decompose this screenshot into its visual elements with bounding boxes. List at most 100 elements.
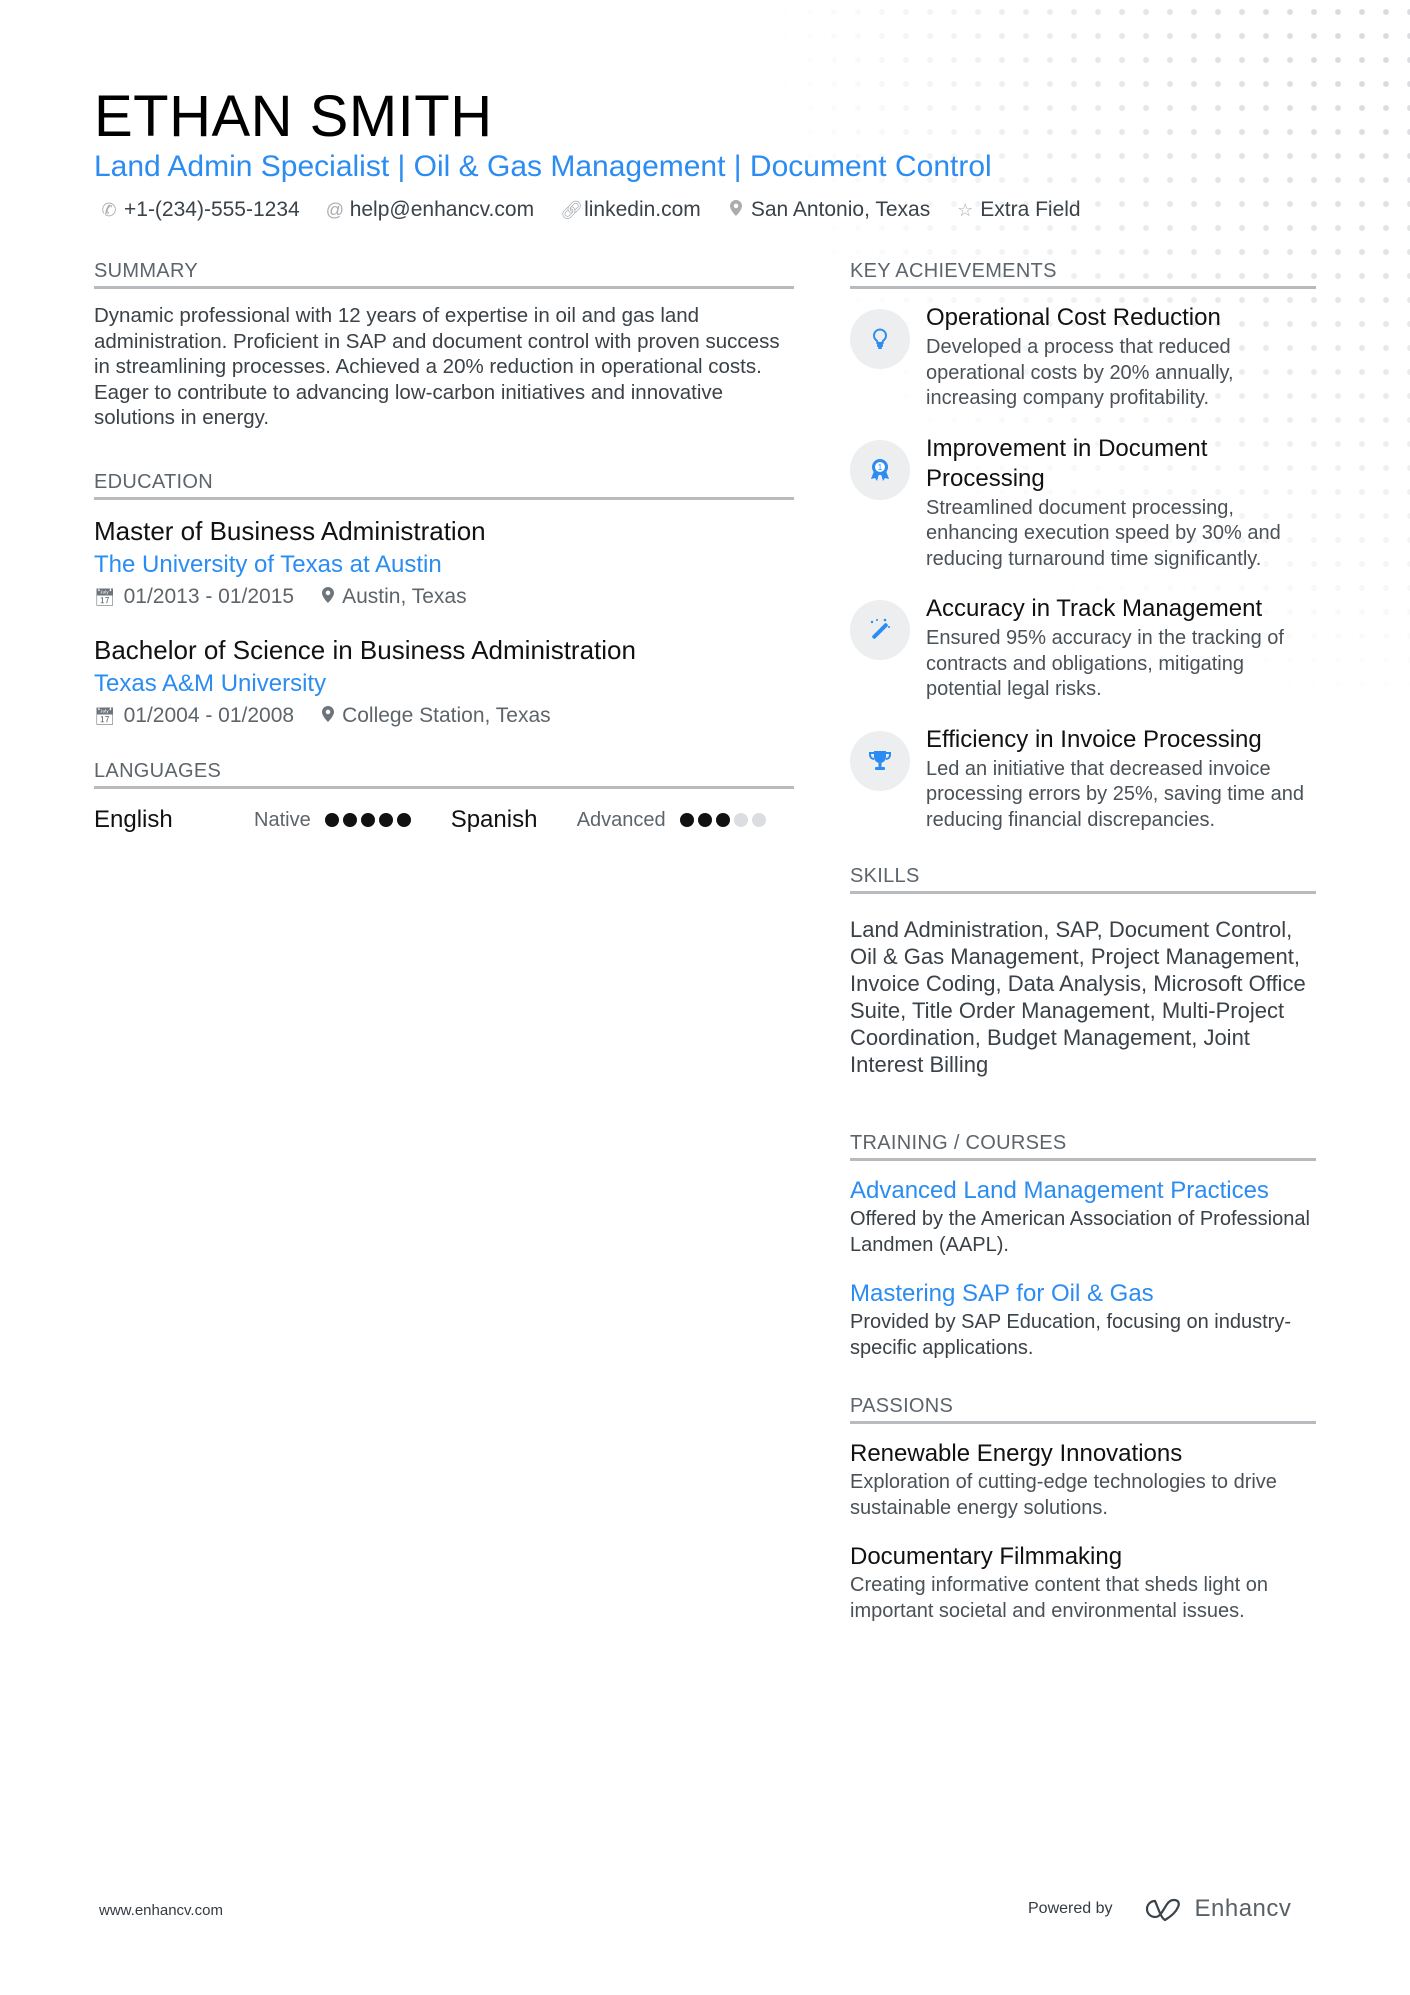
education-meta: 📅︎ 01/2004 - 01/2008 College Station, Tex… (94, 701, 794, 732)
location-pin-icon (322, 586, 335, 607)
passion-description: Creating informative content that sheds … (850, 1574, 1269, 1622)
achievement-description: Developed a process that reduced operati… (926, 336, 1234, 409)
passions-section: PASSIONS Renewable Energy Innovations Ex… (850, 1393, 1316, 1624)
section-title: PASSIONS (850, 1393, 1316, 1424)
degree: Master of Business Administration (94, 515, 486, 546)
rating-dot-filled (360, 812, 375, 827)
achievement-item: 1 Improvement in Document Processing Str… (850, 434, 1316, 573)
passion-title: Renewable Energy Innovations (850, 1440, 1183, 1467)
phone-icon: ✆ (101, 200, 117, 220)
education-item: Bachelor of Science in Business Administ… (94, 633, 794, 732)
brand-name: Enhancv (1194, 1895, 1292, 1922)
rating-dot-empty (751, 812, 766, 827)
star-icon: ☆ (957, 200, 974, 220)
achievement-description: Ensured 95% accuracy in the tracking of … (926, 627, 1284, 700)
footer-website-link[interactable]: www.enhancv.com (99, 1902, 223, 1919)
section-title: SKILLS (850, 863, 1316, 894)
achievement-item: Accuracy in Track Management Ensured 95%… (850, 594, 1316, 703)
location-pin-icon (727, 196, 745, 224)
svg-text:1: 1 (878, 463, 883, 472)
skills-text: Land Administration, SAP, Document Contr… (850, 917, 1306, 1077)
achievement-title: Accuracy in Track Management (926, 595, 1263, 622)
language-name: English (94, 805, 173, 833)
calendar-icon: 📅︎ (94, 587, 116, 607)
achievement-item: Efficiency in Invoice Processing Led an … (850, 725, 1316, 834)
achievement-description: Led an initiative that decreased invoice… (926, 757, 1304, 831)
rating-dot-filled (396, 812, 411, 827)
course-title: Mastering SAP for Oil & Gas (850, 1280, 1154, 1307)
contact-email-text: help@enhancv.com (349, 198, 535, 221)
link-icon: 🔗︎ (560, 200, 583, 220)
contact-phone[interactable]: ✆ +1-(234)-555-1234 (100, 196, 300, 224)
rating-dot-filled (378, 812, 393, 827)
calendar-icon: 📅︎ (94, 706, 116, 726)
achievement-title: Efficiency in Invoice Processing (926, 725, 1262, 753)
candidate-name: ETHAN SMITH (94, 84, 493, 149)
brand-logo[interactable]: Enhancv (1139, 1895, 1292, 1923)
achievements-section: KEY ACHIEVEMENTS Operational Cost Reduct… (850, 258, 1316, 833)
course-description: Provided by SAP Education, focusing on i… (850, 1311, 1291, 1359)
language-rating (324, 812, 411, 827)
education-location: Austin, Texas (342, 584, 467, 608)
skills-section: SKILLS Land Administration, SAP, Documen… (850, 863, 1316, 1078)
education-item: Master of Business Administration The Un… (94, 514, 794, 613)
contact-linkedin[interactable]: 🔗︎ linkedin.com (560, 196, 701, 224)
contact-location-text: San Antonio, Texas (750, 198, 931, 221)
section-title: LANGUAGES (94, 758, 794, 789)
summary-text: Dynamic professional with 12 years of ex… (94, 304, 780, 429)
location-pin-icon (322, 705, 335, 726)
training-section: TRAINING / COURSES Advanced Land Managem… (850, 1130, 1316, 1361)
contact-row: ✆ +1-(234)-555-1234 @ help@enhancv.com 🔗… (100, 196, 1080, 224)
passion-title: Documentary Filmmaking (850, 1543, 1123, 1570)
education-dates: 01/2013 - 01/2015 (123, 584, 295, 608)
language-level: Native (254, 808, 311, 831)
languages-row: English Native Spanish Advanced (94, 803, 794, 837)
contact-phone-text: +1-(234)-555-1234 (124, 198, 300, 221)
school: Texas A&M University (94, 669, 327, 697)
achievement-title: Operational Cost Reduction (926, 304, 1221, 331)
achievement-item: Operational Cost Reduction Developed a p… (850, 303, 1316, 412)
at-icon: @ (325, 200, 344, 220)
education-meta: 📅︎ 01/2013 - 01/2015 Austin, Texas (94, 582, 794, 613)
rating-dot-filled (324, 812, 339, 827)
rating-dot-filled (679, 812, 694, 827)
right-column: KEY ACHIEVEMENTS Operational Cost Reduct… (850, 258, 1316, 1644)
magic-wand-icon (850, 600, 910, 660)
summary-section: SUMMARY Dynamic professional with 12 yea… (94, 258, 794, 431)
section-title: KEY ACHIEVEMENTS (850, 258, 1316, 289)
achievement-description: Streamlined document processing, enhanci… (926, 496, 1281, 570)
contact-extra-text: Extra Field (980, 198, 1081, 221)
course-description: Offered by the American Association of P… (850, 1208, 1310, 1256)
education-location: College Station, Texas (342, 703, 551, 727)
powered-by-label: Powered by (1028, 1900, 1113, 1917)
passion-item: Renewable Energy Innovations Exploration… (850, 1438, 1316, 1521)
footer-branding: Powered by Enhancv (1028, 1895, 1291, 1923)
resume-page: ETHAN SMITH Land Admin Specialist | Oil … (0, 0, 1410, 1995)
course-item: Mastering SAP for Oil & Gas Provided by … (850, 1278, 1316, 1361)
language-rating (679, 812, 766, 827)
contact-extra: ☆ Extra Field (956, 196, 1080, 224)
lightbulb-icon (850, 309, 910, 369)
left-column: SUMMARY Dynamic professional with 12 yea… (94, 258, 794, 837)
passion-description: Exploration of cutting-edge technologies… (850, 1471, 1277, 1519)
candidate-headline: Land Admin Specialist | Oil & Gas Manage… (94, 150, 992, 183)
education-dates: 01/2004 - 01/2008 (123, 703, 295, 727)
language-name: Spanish (450, 805, 538, 833)
section-title: SUMMARY (94, 258, 794, 289)
language-level: Advanced (576, 808, 666, 831)
award-ribbon-icon: 1 (850, 439, 910, 500)
section-title: EDUCATION (94, 469, 794, 500)
contact-location: San Antonio, Texas (727, 196, 930, 224)
education-section: EDUCATION Master of Business Administrat… (94, 469, 794, 732)
contact-email[interactable]: @ help@enhancv.com (326, 196, 534, 224)
trophy-icon (850, 730, 910, 791)
languages-section: LANGUAGES English Native Spanish Advance… (94, 758, 794, 837)
rating-dot-filled (697, 812, 712, 827)
achievement-title: Improvement in Document Processing (926, 434, 1208, 492)
school: The University of Texas at Austin (94, 550, 442, 578)
rating-dot-filled (715, 812, 730, 827)
rating-dot-filled (342, 812, 357, 827)
rating-dot-empty (733, 812, 748, 827)
passion-item: Documentary Filmmaking Creating informat… (850, 1541, 1316, 1624)
course-item: Advanced Land Management Practices Offer… (850, 1175, 1316, 1258)
